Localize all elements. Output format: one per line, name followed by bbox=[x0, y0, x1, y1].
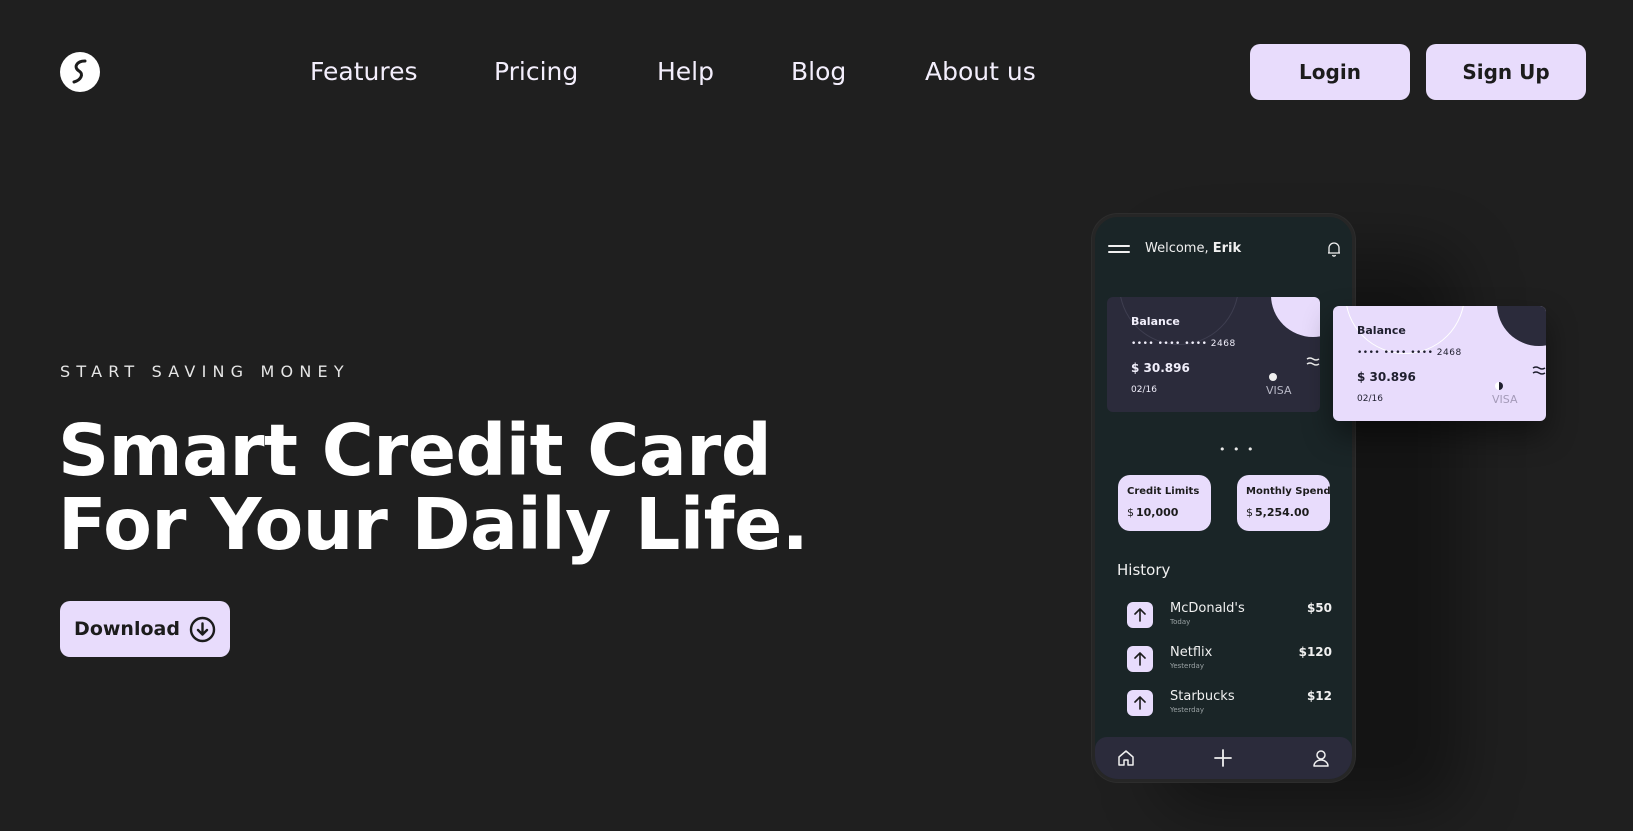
arrow-up-icon bbox=[1127, 646, 1153, 672]
menu-icon[interactable] bbox=[1108, 245, 1130, 255]
card-chip-dot bbox=[1269, 373, 1277, 381]
card-balance: $ 30.896 bbox=[1131, 361, 1190, 375]
history-date: Today bbox=[1170, 618, 1191, 626]
bottom-tab-bar bbox=[1095, 737, 1352, 779]
balance-card-light[interactable]: Balance •••• •••• •••• 2468 $ 30.896 02/… bbox=[1333, 306, 1546, 421]
card-balance: $ 30.896 bbox=[1357, 370, 1416, 384]
history-amount: $50 bbox=[1306, 601, 1332, 615]
card-title: Balance bbox=[1131, 315, 1180, 328]
phone-mockup: Welcome, Erik Balance •••• •••• •••• 246… bbox=[1092, 214, 1355, 782]
nav-features[interactable]: Features bbox=[310, 55, 418, 89]
history-merchant: Starbucks bbox=[1170, 689, 1235, 704]
login-button[interactable]: Login bbox=[1250, 44, 1410, 100]
history-amount: $120 bbox=[1298, 645, 1332, 659]
hero-eyebrow: START SAVING MONEY bbox=[60, 362, 350, 381]
signup-button[interactable]: Sign Up bbox=[1426, 44, 1586, 100]
card-number: •••• •••• •••• 2468 bbox=[1131, 339, 1236, 349]
card-brand: VISA bbox=[1266, 384, 1292, 397]
arrow-up-icon bbox=[1127, 602, 1153, 628]
card-circle-decoration bbox=[1271, 297, 1320, 337]
credit-limits-tile[interactable]: Credit Limits $10,000 bbox=[1118, 475, 1211, 531]
headline-line-2: For Your Daily Life. bbox=[58, 483, 809, 566]
history-amount: $12 bbox=[1306, 689, 1332, 703]
logo-icon[interactable] bbox=[60, 52, 100, 92]
wave-icon bbox=[1532, 362, 1546, 375]
plus-icon[interactable] bbox=[1213, 748, 1233, 768]
welcome-prefix: Welcome, bbox=[1145, 241, 1213, 256]
card-circle-decoration bbox=[1497, 306, 1546, 346]
history-date: Yesterday bbox=[1170, 706, 1204, 714]
history-merchant: Netflix bbox=[1170, 645, 1213, 660]
stat-amount: 5,254.00 bbox=[1255, 506, 1310, 519]
card-expiry: 02/16 bbox=[1357, 394, 1383, 404]
history-item[interactable]: Netflix Yesterday $120 bbox=[1127, 644, 1332, 674]
headline-line-1: Smart Credit Card bbox=[58, 409, 772, 492]
home-icon[interactable] bbox=[1116, 748, 1136, 768]
user-icon[interactable] bbox=[1311, 748, 1331, 768]
stat-label: Monthly Spend bbox=[1246, 486, 1331, 497]
stat-value: $10,000 bbox=[1127, 506, 1178, 519]
history-item[interactable]: McDonald's Today $50 bbox=[1127, 600, 1332, 630]
history-date: Yesterday bbox=[1170, 662, 1204, 670]
card-title: Balance bbox=[1357, 324, 1406, 337]
card-number: •••• •••• •••• 2468 bbox=[1357, 348, 1462, 358]
logo-mark-icon bbox=[72, 59, 87, 84]
nav-blog[interactable]: Blog bbox=[791, 55, 846, 89]
card-brand: VISA bbox=[1492, 393, 1518, 406]
nav-about-us[interactable]: About us bbox=[925, 55, 1036, 89]
hero-headline: Smart Credit Card For Your Daily Life. bbox=[58, 409, 809, 566]
stat-value: $5,254.00 bbox=[1246, 506, 1309, 519]
history-item[interactable]: Starbucks Yesterday $12 bbox=[1127, 688, 1332, 718]
card-pager-dots[interactable]: • • • bbox=[1219, 443, 1255, 456]
arrow-up-icon bbox=[1127, 690, 1153, 716]
stat-amount: 10,000 bbox=[1136, 506, 1179, 519]
stat-label: Credit Limits bbox=[1127, 486, 1200, 497]
stat-currency: $ bbox=[1246, 506, 1253, 519]
download-circle-icon bbox=[189, 616, 216, 643]
nav-help[interactable]: Help bbox=[657, 55, 714, 89]
balance-card-dark[interactable]: Balance •••• •••• •••• 2468 $ 30.896 02/… bbox=[1107, 297, 1320, 412]
welcome-name: Erik bbox=[1212, 241, 1242, 256]
wave-icon bbox=[1306, 353, 1320, 366]
download-label: Download bbox=[74, 618, 180, 640]
download-button[interactable]: Download bbox=[60, 601, 230, 657]
bell-icon[interactable] bbox=[1327, 241, 1341, 257]
welcome-text: Welcome, Erik bbox=[1145, 241, 1241, 256]
history-merchant: McDonald's bbox=[1170, 601, 1245, 616]
stat-currency: $ bbox=[1127, 506, 1134, 519]
card-chip-dot bbox=[1495, 382, 1503, 390]
monthly-spend-tile[interactable]: Monthly Spend $5,254.00 bbox=[1237, 475, 1331, 531]
nav-pricing[interactable]: Pricing bbox=[494, 55, 578, 89]
card-expiry: 02/16 bbox=[1131, 385, 1157, 395]
history-title: History bbox=[1117, 561, 1171, 579]
